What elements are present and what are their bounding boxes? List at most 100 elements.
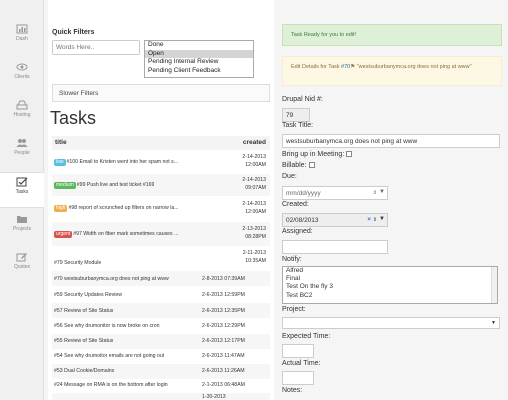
table-row[interactable]: #55 Review of Site Status 2-6-2013 12:17… (52, 334, 270, 349)
due-label: Due: (282, 173, 297, 180)
task-created: 2-14-2013 09:07AM (242, 177, 266, 191)
search-input[interactable] (52, 40, 140, 55)
task-title[interactable]: #57 Review of Site Status (54, 308, 113, 314)
sidebar-item-label: Dash (16, 36, 28, 42)
actual-time-field[interactable] (282, 371, 314, 385)
billable-checkbox[interactable] (308, 162, 315, 169)
priority-badge: medium (54, 182, 76, 189)
title-label: Task Title: (282, 122, 314, 129)
table-row[interactable]: #79 Security Module 2-11-2013 10:35AM (52, 247, 270, 269)
table-row[interactable]: 1-30-2013 (52, 393, 270, 400)
sidebar-item-tasks[interactable]: Tasks (0, 172, 44, 208)
table-row[interactable]: medium #99 Push live and test ticket #169… (52, 174, 270, 196)
task-title[interactable]: #54 See why drumoitor emails are not goi… (54, 353, 164, 359)
spinner-icon[interactable]: ⇕ (373, 217, 377, 223)
notify-list[interactable]: Alfred Final Test On the fly 3 Test BC2 (282, 266, 498, 304)
expected-time-field[interactable] (282, 344, 314, 358)
table-row[interactable]: urgent #97 Width on fiber mark sometimes … (52, 222, 270, 246)
task-title[interactable]: #24 Message on RMA is on the bottom afte… (54, 382, 168, 388)
dropdown-arrow-icon: ▼ (491, 320, 496, 326)
sidebar-item-dash[interactable]: Dash (0, 20, 44, 56)
task-title[interactable]: low #100 Email to Kristen went into her s… (54, 159, 178, 166)
project-select[interactable]: ▼ (282, 317, 500, 329)
table-row[interactable]: #70 westsuburbanymca.org does not ping a… (52, 271, 270, 286)
spinner-icon[interactable]: ⇕ (373, 190, 377, 196)
meeting-label: Bring up in Meeting: (282, 151, 353, 158)
notify-option[interactable]: Test On the fly 3 (283, 283, 497, 291)
dropdown-arrow-icon[interactable]: ▼ (379, 189, 385, 195)
hdd-icon (16, 100, 28, 110)
created-date-field[interactable]: 02/08/2013 × ⇕ ▼ (282, 213, 388, 227)
status-filter-list[interactable]: Done Open Pending Internal Review Pendin… (144, 40, 254, 78)
people-icon (16, 139, 28, 147)
task-created: 2-13-2013 08:28PM (242, 226, 266, 240)
slower-filters-toggle[interactable]: Slower Filters (52, 84, 270, 102)
table-row[interactable]: #53 Dual Cookie/Domains 2-6-2013 11:26AM (52, 364, 270, 379)
task-created: 2-14-2013 12:00AM (242, 154, 266, 168)
quick-filters-title: Quick Filters (52, 29, 95, 36)
expected-time-label: Expected Time: (282, 333, 331, 340)
task-created: 2-11-2013 10:35AM (242, 250, 266, 264)
task-edit-form: Task Ready for you to edit! Edit Details… (278, 0, 508, 400)
table-row[interactable]: #59 Security Updates Review 2-6-2013 12:… (52, 287, 270, 302)
table-row[interactable]: low #100 Email to Kristen went into her s… (52, 151, 270, 173)
task-created: 2-6-2013 12:29PM (202, 323, 245, 329)
status-option[interactable]: Pending Internal Review (145, 58, 253, 67)
notify-option[interactable]: Final (283, 275, 497, 283)
created-label: Created: (282, 201, 309, 208)
notify-option[interactable]: Alfred (283, 267, 497, 275)
sidebar-item-label: Tasks (15, 189, 29, 195)
sidebar-item-label: Projects (12, 226, 32, 232)
sidebar: Dash Clients Hosting People Tasks Projec… (0, 0, 44, 400)
task-created: 2-8-2013 07:39AM (202, 276, 245, 282)
table-header: title created (52, 136, 270, 150)
page-title: Tasks (50, 108, 97, 128)
sidebar-item-hosting[interactable]: Hosting (0, 96, 44, 132)
task-title[interactable]: #79 Security Module (54, 260, 101, 266)
due-date-field[interactable]: mm/dd/yyyy ⇕ ▼ (282, 186, 388, 200)
task-title[interactable]: #55 Review of Site Status (54, 338, 113, 344)
status-option[interactable]: Open (145, 49, 253, 58)
sidebar-item-clients[interactable]: Clients (0, 58, 44, 94)
task-title[interactable]: medium #99 Push live and test ticket #169 (54, 182, 154, 189)
sidebar-item-projects[interactable]: Projects (0, 210, 44, 246)
task-title[interactable]: #53 Dual Cookie/Domains (54, 368, 114, 374)
table-row[interactable]: #24 Message on RMA is on the bottom afte… (52, 379, 270, 393)
sidebar-item-label: Quotes (13, 264, 31, 270)
table-row[interactable]: #57 Review of Site Status 2-6-2013 12:35… (52, 303, 270, 318)
task-created: 2-6-2013 12:17PM (202, 338, 245, 344)
sidebar-item-quotes[interactable]: Quotes (0, 248, 44, 284)
assigned-field[interactable] (282, 240, 388, 254)
task-title[interactable]: high #98 report of scrunched up filters o… (54, 205, 179, 212)
notify-option[interactable]: Test BC2 (283, 292, 497, 300)
task-title[interactable]: #56 See why drumonitor is now broke on c… (54, 323, 160, 329)
task-created: 2-6-2013 12:59PM (202, 292, 245, 298)
sidebar-item-people[interactable]: People (0, 134, 44, 170)
table-row[interactable]: high #98 report of scrunched up filters o… (52, 197, 270, 221)
meeting-checkbox[interactable] (346, 151, 353, 158)
task-title[interactable]: #59 Security Updates Review (54, 292, 122, 298)
task-link[interactable]: #70 (341, 64, 350, 70)
task-title[interactable]: #70 westsuburbanymca.org does not ping a… (54, 276, 169, 282)
task-created: 2-1-2013 06:48AM (202, 382, 245, 388)
clear-icon[interactable]: × (367, 216, 371, 223)
table-row[interactable]: #54 See why drumoitor emails are not goi… (52, 349, 270, 364)
status-option[interactable]: Done (145, 41, 253, 50)
nid-field: 79 (282, 108, 310, 122)
task-created: 2-6-2013 12:35PM (202, 308, 245, 314)
sidebar-item-label: Clients (14, 74, 30, 80)
dropdown-arrow-icon[interactable]: ▼ (379, 216, 385, 222)
task-title[interactable]: urgent #97 Width on fiber mark sometimes … (54, 231, 178, 238)
table-row[interactable]: #56 See why drumonitor is now broke on c… (52, 319, 270, 334)
assigned-label: Assigned: (282, 228, 313, 235)
column-title-header[interactable]: title (55, 139, 67, 146)
tasks-icon (16, 177, 28, 187)
scrollbar[interactable] (491, 267, 497, 303)
notify-label: Notify: (282, 256, 302, 263)
dashboard-icon (16, 24, 28, 34)
eye-icon (16, 63, 28, 71)
success-alert: Task Ready for you to edit! (282, 24, 502, 46)
status-option[interactable]: Pending Client Feedback (145, 67, 253, 76)
title-field[interactable]: westsuburbanymca.org does not ping at ww… (282, 134, 500, 148)
column-created-header[interactable]: created (243, 139, 266, 146)
